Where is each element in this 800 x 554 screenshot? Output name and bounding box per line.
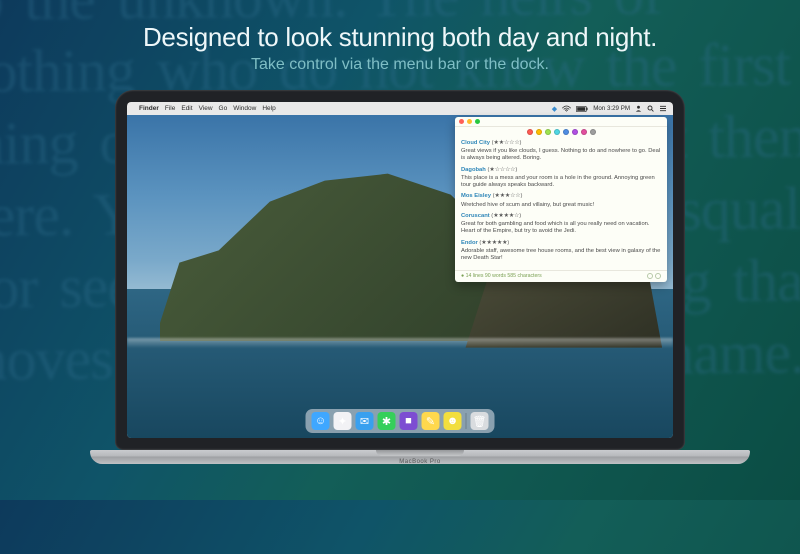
dock-item-finder[interactable]: ☺ bbox=[312, 412, 330, 430]
color-swatch[interactable] bbox=[527, 129, 533, 135]
menubar-item-go[interactable]: Go bbox=[219, 105, 228, 112]
note-entry[interactable]: Dagobah (★☆☆☆☆) This place is a mess and … bbox=[461, 167, 661, 190]
macos-menubar: Finder File Edit View Go Window Help ◆ M… bbox=[127, 102, 673, 115]
laptop-base: MacBook Pro bbox=[90, 450, 750, 464]
laptop-frame: Finder File Edit View Go Window Help ◆ M… bbox=[90, 90, 710, 464]
dock-item-app1[interactable]: ■ bbox=[400, 412, 418, 430]
notes-body[interactable]: Cloud City (★★☆☆☆) Great views if you lik… bbox=[455, 138, 667, 270]
notes-sync-icons[interactable] bbox=[647, 273, 661, 280]
entry-rating: (★☆☆☆☆) bbox=[487, 167, 517, 173]
notes-panel-titlebar[interactable] bbox=[455, 117, 667, 127]
menubar-item-help[interactable]: Help bbox=[262, 105, 275, 112]
entry-rating: (★★★★☆) bbox=[491, 213, 521, 219]
dock-item-safari[interactable]: ✦ bbox=[334, 412, 352, 430]
macos-dock: ☺✦✉✱■✎☻ 🗑 bbox=[306, 409, 495, 433]
entry-title: Endor bbox=[461, 240, 478, 246]
battery-icon[interactable] bbox=[576, 106, 588, 112]
entry-title: Mos Eisley bbox=[461, 193, 491, 199]
entry-rating: (★★★★★) bbox=[479, 240, 509, 246]
menubar-app-name[interactable]: Finder bbox=[139, 105, 159, 112]
entry-desc: Adorable staff, awesome tree house rooms… bbox=[461, 248, 661, 262]
dock-item-mail[interactable]: ✉ bbox=[356, 412, 374, 430]
color-swatch[interactable] bbox=[563, 129, 569, 135]
dock-item-messages[interactable]: ✱ bbox=[378, 412, 396, 430]
dock-separator bbox=[466, 413, 467, 429]
menubar-item-file[interactable]: File bbox=[165, 105, 175, 112]
entry-title: Coruscant bbox=[461, 213, 490, 219]
note-entry[interactable]: Cloud City (★★☆☆☆) Great views if you lik… bbox=[461, 140, 661, 163]
color-swatch[interactable] bbox=[536, 129, 542, 135]
menubar-clock[interactable]: Mon 3:29 PM bbox=[593, 105, 630, 112]
entry-title: Cloud City bbox=[461, 140, 490, 146]
promo-headline: Designed to look stunning both day and n… bbox=[0, 22, 800, 53]
color-swatch[interactable] bbox=[581, 129, 587, 135]
promo-subhead: Take control via the menu bar or the doc… bbox=[0, 56, 800, 74]
color-swatch[interactable] bbox=[572, 129, 578, 135]
note-entry[interactable]: Coruscant (★★★★☆) Great for both gambling… bbox=[461, 213, 661, 236]
note-entry[interactable]: Endor (★★★★★) Adorable staff, awesome tre… bbox=[461, 240, 661, 263]
entry-desc: Great for both gambling and food which i… bbox=[461, 221, 661, 235]
entry-title: Dagobah bbox=[461, 167, 486, 173]
entry-desc: This place is a mess and your room is a … bbox=[461, 175, 661, 189]
dock-item-app2[interactable]: ☻ bbox=[444, 412, 462, 430]
color-swatch[interactable] bbox=[554, 129, 560, 135]
menubar-item-window[interactable]: Window bbox=[233, 105, 256, 112]
close-icon[interactable] bbox=[459, 119, 464, 124]
color-swatch[interactable] bbox=[545, 129, 551, 135]
entry-desc: Wretched hive of scum and villainy, but … bbox=[461, 202, 661, 209]
dock-item-notes[interactable]: ✎ bbox=[422, 412, 440, 430]
color-swatch[interactable] bbox=[590, 129, 596, 135]
spotlight-icon[interactable] bbox=[647, 105, 654, 112]
notes-panel[interactable]: Cloud City (★★☆☆☆) Great views if you lik… bbox=[455, 117, 667, 282]
menubar-item-view[interactable]: View bbox=[199, 105, 213, 112]
entry-desc: Great views if you like clouds, I guess.… bbox=[461, 148, 661, 162]
notes-stats: ● 14 lines 90 words 585 characters bbox=[461, 273, 542, 280]
entry-rating: (★★☆☆☆) bbox=[492, 140, 522, 146]
menubar-item-edit[interactable]: Edit bbox=[181, 105, 192, 112]
macos-desktop: Finder File Edit View Go Window Help ◆ M… bbox=[127, 102, 673, 438]
laptop-model-label: MacBook Pro bbox=[399, 459, 441, 465]
user-icon[interactable] bbox=[635, 105, 642, 112]
wifi-icon[interactable] bbox=[562, 105, 571, 112]
notification-center-icon[interactable] bbox=[659, 105, 667, 112]
note-entry[interactable]: Mos Eisley (★★★☆☆) Wretched hive of scum … bbox=[461, 193, 661, 208]
minimize-icon[interactable] bbox=[467, 119, 472, 124]
entry-rating: (★★★☆☆) bbox=[493, 193, 523, 199]
color-picker-row bbox=[455, 127, 667, 138]
menubar-extra-app-icon[interactable]: ◆ bbox=[552, 105, 557, 113]
notes-footer: ● 14 lines 90 words 585 characters bbox=[455, 270, 667, 282]
zoom-icon[interactable] bbox=[475, 119, 480, 124]
dock-item-trash[interactable]: 🗑 bbox=[471, 412, 489, 430]
